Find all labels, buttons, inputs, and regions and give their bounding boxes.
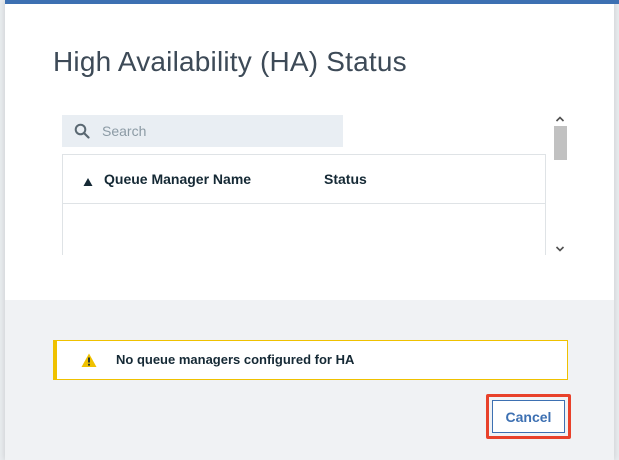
cancel-button[interactable]: Cancel xyxy=(492,400,565,433)
dialog-footer: No queue managers configured for HA Canc… xyxy=(5,300,614,460)
column-header-status[interactable]: Status xyxy=(324,171,367,187)
table-header: Queue Manager Name Status xyxy=(63,155,545,204)
queue-manager-table: Queue Manager Name Status xyxy=(62,154,546,255)
notification-message: No queue managers configured for HA xyxy=(116,352,355,367)
sort-ascending-icon[interactable] xyxy=(83,174,93,186)
warning-notification: No queue managers configured for HA xyxy=(53,340,568,380)
cancel-button-highlight: Cancel xyxy=(486,394,571,439)
dialog-title: High Availability (HA) Status xyxy=(53,46,407,77)
search-box[interactable] xyxy=(62,115,343,147)
search-icon xyxy=(74,123,90,139)
table-scrollbar[interactable] xyxy=(552,108,568,252)
column-header-queue-manager-name[interactable]: Queue Manager Name xyxy=(104,171,251,187)
warning-triangle-icon xyxy=(81,353,97,368)
chevron-down-icon[interactable] xyxy=(555,240,565,252)
search-input[interactable] xyxy=(102,115,338,147)
dialog-top-accent-bar xyxy=(5,0,619,4)
chevron-up-icon[interactable] xyxy=(555,110,565,122)
ha-status-dialog: High Availability (HA) Status Queue Mana… xyxy=(5,0,619,460)
scrollbar-thumb[interactable] xyxy=(554,126,567,160)
